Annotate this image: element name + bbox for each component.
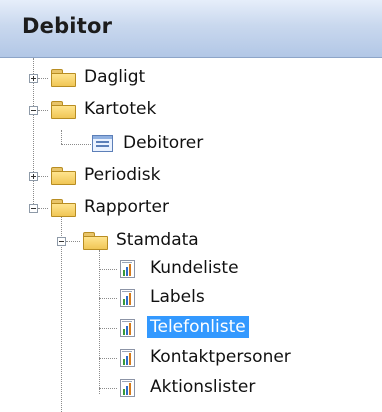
expand-dagligt-toggle[interactable] [29,74,38,83]
tree-connector [61,130,62,144]
folder-icon [50,198,76,217]
tree-connector [38,208,48,209]
report-icon [119,378,137,398]
expand-periodisk-toggle[interactable] [29,172,38,181]
tree-connector [38,176,48,177]
report-icon [119,288,137,308]
collapse-kartotek-toggle[interactable] [29,106,38,115]
report-icon [119,318,137,338]
tree-connector [99,298,117,299]
tree-connector [66,241,80,242]
tree-item-debitorer[interactable]: Debitorer [120,132,206,154]
tree-connector [99,269,117,270]
tree-item-stamdata[interactable]: Stamdata [113,229,202,251]
folder-icon [50,100,76,119]
folder-icon [82,231,108,250]
report-icon [119,348,137,368]
tree-connector [38,110,48,111]
folder-icon [50,68,76,87]
tree-connector [99,388,117,389]
tree-connector [99,358,117,359]
report-icon [119,259,137,279]
tree-item-telefonliste[interactable]: Telefonliste [147,316,249,338]
collapse-stamdata-toggle[interactable] [57,237,66,246]
tree-connector [99,250,100,394]
panel-header: Debitor [0,0,382,58]
tree-item-aktionslister[interactable]: Aktionslister [147,376,258,398]
panel-title: Debitor [22,14,113,38]
tree-connector [99,328,117,329]
collapse-rapporter-toggle[interactable] [29,204,38,213]
tree-item-kundeliste[interactable]: Kundeliste [147,257,242,279]
folder-icon [50,166,76,185]
tree-item-labels[interactable]: Labels [147,286,208,308]
tree-connector [38,78,48,79]
tree-item-kartotek[interactable]: Kartotek [81,98,159,120]
table-icon [92,135,114,153]
tree-item-rapporter[interactable]: Rapporter [81,196,172,218]
tree-item-kontaktpersoner[interactable]: Kontaktpersoner [147,346,294,368]
tree-item-dagligt[interactable]: Dagligt [81,66,148,88]
tree-item-periodisk[interactable]: Periodisk [81,164,163,186]
navigation-tree: Dagligt Kartotek Debitorer Periodisk Rap… [0,58,382,412]
tree-connector [61,144,91,145]
debitor-panel: Debitor Dagligt Kartotek Debitorer Perio… [0,0,382,412]
